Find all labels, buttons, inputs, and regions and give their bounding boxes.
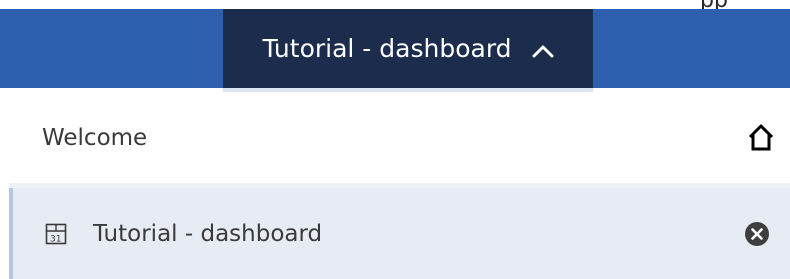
menu-item-welcome[interactable]: Welcome xyxy=(9,92,790,183)
menu-item-tutorial-dashboard[interactable]: 31 Tutorial - dashboard xyxy=(9,188,790,279)
top-strip: pp xyxy=(0,0,790,13)
menu-item-label: Tutorial - dashboard xyxy=(93,220,323,247)
dashboard-switcher-tab[interactable]: Tutorial - dashboard xyxy=(223,9,593,88)
menu-item-label: Welcome xyxy=(42,124,148,151)
chevron-up-icon[interactable] xyxy=(532,43,554,57)
home-icon xyxy=(746,123,776,153)
svg-text:31: 31 xyxy=(50,234,61,244)
dashboard-icon: 31 xyxy=(45,223,67,245)
app-frame: pp Tutorial - dashboard Welcome 31 Tutor… xyxy=(0,0,790,279)
active-tab-label: Tutorial - dashboard xyxy=(262,34,512,63)
close-icon[interactable] xyxy=(744,221,770,247)
